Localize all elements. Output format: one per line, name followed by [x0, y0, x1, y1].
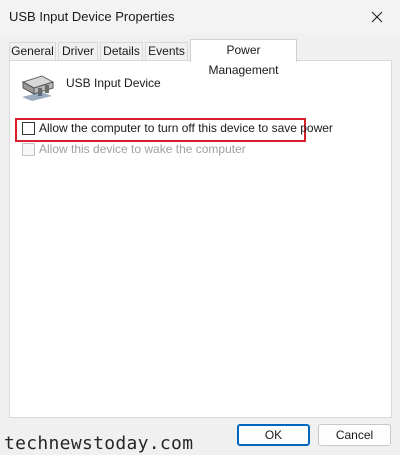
- wake-computer-option: Allow this device to wake the computer: [22, 142, 246, 156]
- watermark: technewstoday.com: [4, 433, 194, 454]
- tab-general[interactable]: General: [9, 42, 56, 61]
- tab-power-management[interactable]: Power Management: [190, 39, 297, 77]
- power-management-panel: USB Input Device Allow the computer to t…: [9, 60, 392, 418]
- tab-strip: General Driver Details Events Power Mana…: [9, 39, 393, 77]
- device-name: USB Input Device: [66, 76, 161, 90]
- turn-off-to-save-power-checkbox[interactable]: [22, 121, 35, 135]
- wake-computer-checkbox: [22, 142, 35, 156]
- title-bar: USB Input Device Properties: [0, 0, 400, 34]
- close-button[interactable]: [354, 0, 400, 34]
- cancel-button[interactable]: Cancel: [318, 424, 391, 446]
- tab-details[interactable]: Details: [100, 42, 143, 61]
- window-title: USB Input Device Properties: [9, 9, 175, 24]
- ok-button[interactable]: OK: [237, 424, 310, 446]
- turn-off-to-save-power-option[interactable]: Allow the computer to turn off this devi…: [22, 121, 333, 135]
- close-icon: [371, 11, 383, 23]
- turn-off-to-save-power-label: Allow the computer to turn off this devi…: [39, 121, 333, 135]
- dialog-body: General Driver Details Events Power Mana…: [0, 34, 400, 455]
- tab-driver[interactable]: Driver: [58, 42, 98, 61]
- usb-plug-icon: [21, 75, 55, 101]
- tab-events[interactable]: Events: [145, 42, 188, 61]
- wake-computer-label: Allow this device to wake the computer: [39, 142, 246, 156]
